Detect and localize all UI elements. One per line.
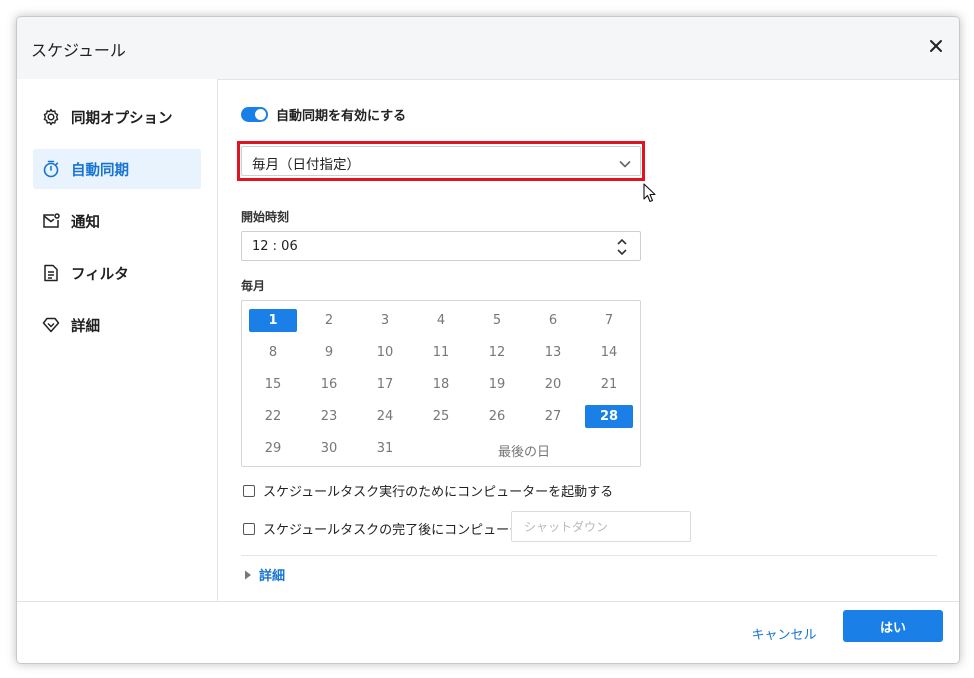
schedule-type-value: 毎月（日付指定）: [252, 157, 360, 173]
day-cell[interactable]: 11: [417, 341, 465, 364]
auto-sync-toggle[interactable]: [241, 107, 268, 122]
day-cell[interactable]: 28: [585, 405, 633, 428]
cancel-button[interactable]: キャンセル: [739, 618, 829, 648]
auto-sync-toggle-label: 自動同期を有効にする: [276, 109, 407, 124]
wake-computer-label: スケジュールタスク実行のためにコンピューターを起動する: [263, 485, 614, 500]
day-cell[interactable]: 21: [585, 373, 633, 396]
advanced-label: 詳細: [259, 569, 286, 584]
day-cell[interactable]: 4: [417, 309, 465, 332]
auto-sync-toggle-row: 自動同期を有効にする: [241, 105, 406, 124]
mouse-cursor-icon: [643, 183, 657, 207]
mail-icon: [41, 211, 61, 231]
close-icon[interactable]: [925, 35, 947, 57]
triangle-right-icon: [245, 570, 251, 579]
sidebar-item-auto-sync[interactable]: 自動同期: [33, 149, 201, 189]
day-cell[interactable]: 10: [361, 341, 409, 364]
sidebar: 同期オプション 自動同期 通知 フィルタ 詳細: [17, 79, 218, 601]
sidebar-item-label: 自動同期: [71, 162, 129, 179]
power-action-field[interactable]: [511, 511, 691, 542]
day-cell[interactable]: 9: [305, 341, 353, 364]
day-cell[interactable]: 15: [249, 373, 297, 396]
day-cell[interactable]: 29: [249, 437, 297, 460]
sidebar-item-label: 同期オプション: [71, 110, 173, 127]
footer: キャンセル はい: [17, 601, 959, 663]
start-time-input[interactable]: 12 : 06: [241, 231, 641, 261]
diamond-icon: [41, 315, 61, 335]
spinner-updown-icon[interactable]: [616, 236, 628, 262]
day-of-month-grid: 最後の日 1 2 3 4 5 6 7 8 9 10 11 12 13 14 15 16 17 18 19 20 21 22…: [241, 300, 641, 467]
last-day-option[interactable]: 最後の日: [498, 441, 550, 460]
ok-button[interactable]: はい: [843, 610, 943, 642]
day-cell[interactable]: 2: [305, 309, 353, 332]
chevron-down-icon: [618, 155, 632, 174]
monthly-label: 毎月: [241, 279, 266, 293]
day-cell[interactable]: 7: [585, 309, 633, 332]
after-task-label: スケジュールタスクの完了後にコンピューターを: [263, 523, 549, 538]
day-cell[interactable]: 16: [305, 373, 353, 396]
day-cell[interactable]: 5: [473, 309, 521, 332]
day-cell[interactable]: 27: [529, 405, 577, 428]
title-bar: スケジュール: [17, 17, 959, 80]
sidebar-item-label: フィルタ: [71, 266, 129, 283]
day-cell[interactable]: 26: [473, 405, 521, 428]
day-cell[interactable]: 22: [249, 405, 297, 428]
day-cell[interactable]: 12: [473, 341, 521, 364]
day-cell[interactable]: 17: [361, 373, 409, 396]
power-action-input[interactable]: [522, 519, 686, 535]
main-panel: 自動同期を有効にする 毎月（日付指定） 開始時刻 12 : 06 毎月 最後の日…: [217, 79, 959, 601]
gear-icon: [41, 107, 61, 127]
wake-computer-option: スケジュールタスク実行のためにコンピューターを起動する: [243, 481, 613, 500]
timer-icon: [41, 159, 61, 179]
start-time-label: 開始時刻: [241, 210, 290, 224]
day-cell[interactable]: 31: [361, 437, 409, 460]
sidebar-item-details[interactable]: 詳細: [33, 305, 201, 345]
day-cell[interactable]: 14: [585, 341, 633, 364]
day-cell[interactable]: 13: [529, 341, 577, 364]
day-cell[interactable]: 3: [361, 309, 409, 332]
schedule-dialog: スケジュール 同期オプション 自動同期 通知 フィルタ 詳細 自動同期を有効にす…: [16, 16, 960, 664]
day-cell[interactable]: 25: [417, 405, 465, 428]
dialog-title: スケジュール: [31, 41, 126, 60]
sidebar-item-label: 詳細: [71, 318, 100, 335]
sidebar-item-label: 通知: [71, 214, 100, 231]
day-cell[interactable]: 18: [417, 373, 465, 396]
day-cell[interactable]: 20: [529, 373, 577, 396]
sidebar-item-sync-options[interactable]: 同期オプション: [33, 97, 201, 137]
start-time-value: 12 : 06: [252, 239, 298, 254]
day-cell[interactable]: 19: [473, 373, 521, 396]
day-cell[interactable]: 30: [305, 437, 353, 460]
wake-computer-checkbox[interactable]: [243, 484, 255, 497]
day-cell[interactable]: 6: [529, 309, 577, 332]
day-cell[interactable]: 24: [361, 405, 409, 428]
after-task-checkbox[interactable]: [243, 522, 255, 535]
day-cell[interactable]: 8: [249, 341, 297, 364]
day-cell[interactable]: 23: [305, 405, 353, 428]
sidebar-item-filter[interactable]: フィルタ: [33, 253, 201, 293]
divider: [241, 555, 937, 556]
document-icon: [41, 263, 61, 283]
schedule-type-select[interactable]: 毎月（日付指定）: [241, 146, 641, 176]
advanced-expander[interactable]: 詳細: [243, 565, 285, 584]
sidebar-item-notification[interactable]: 通知: [33, 201, 201, 241]
after-task-option: スケジュールタスクの完了後にコンピューターを: [243, 519, 548, 538]
day-cell[interactable]: 1: [249, 309, 297, 332]
